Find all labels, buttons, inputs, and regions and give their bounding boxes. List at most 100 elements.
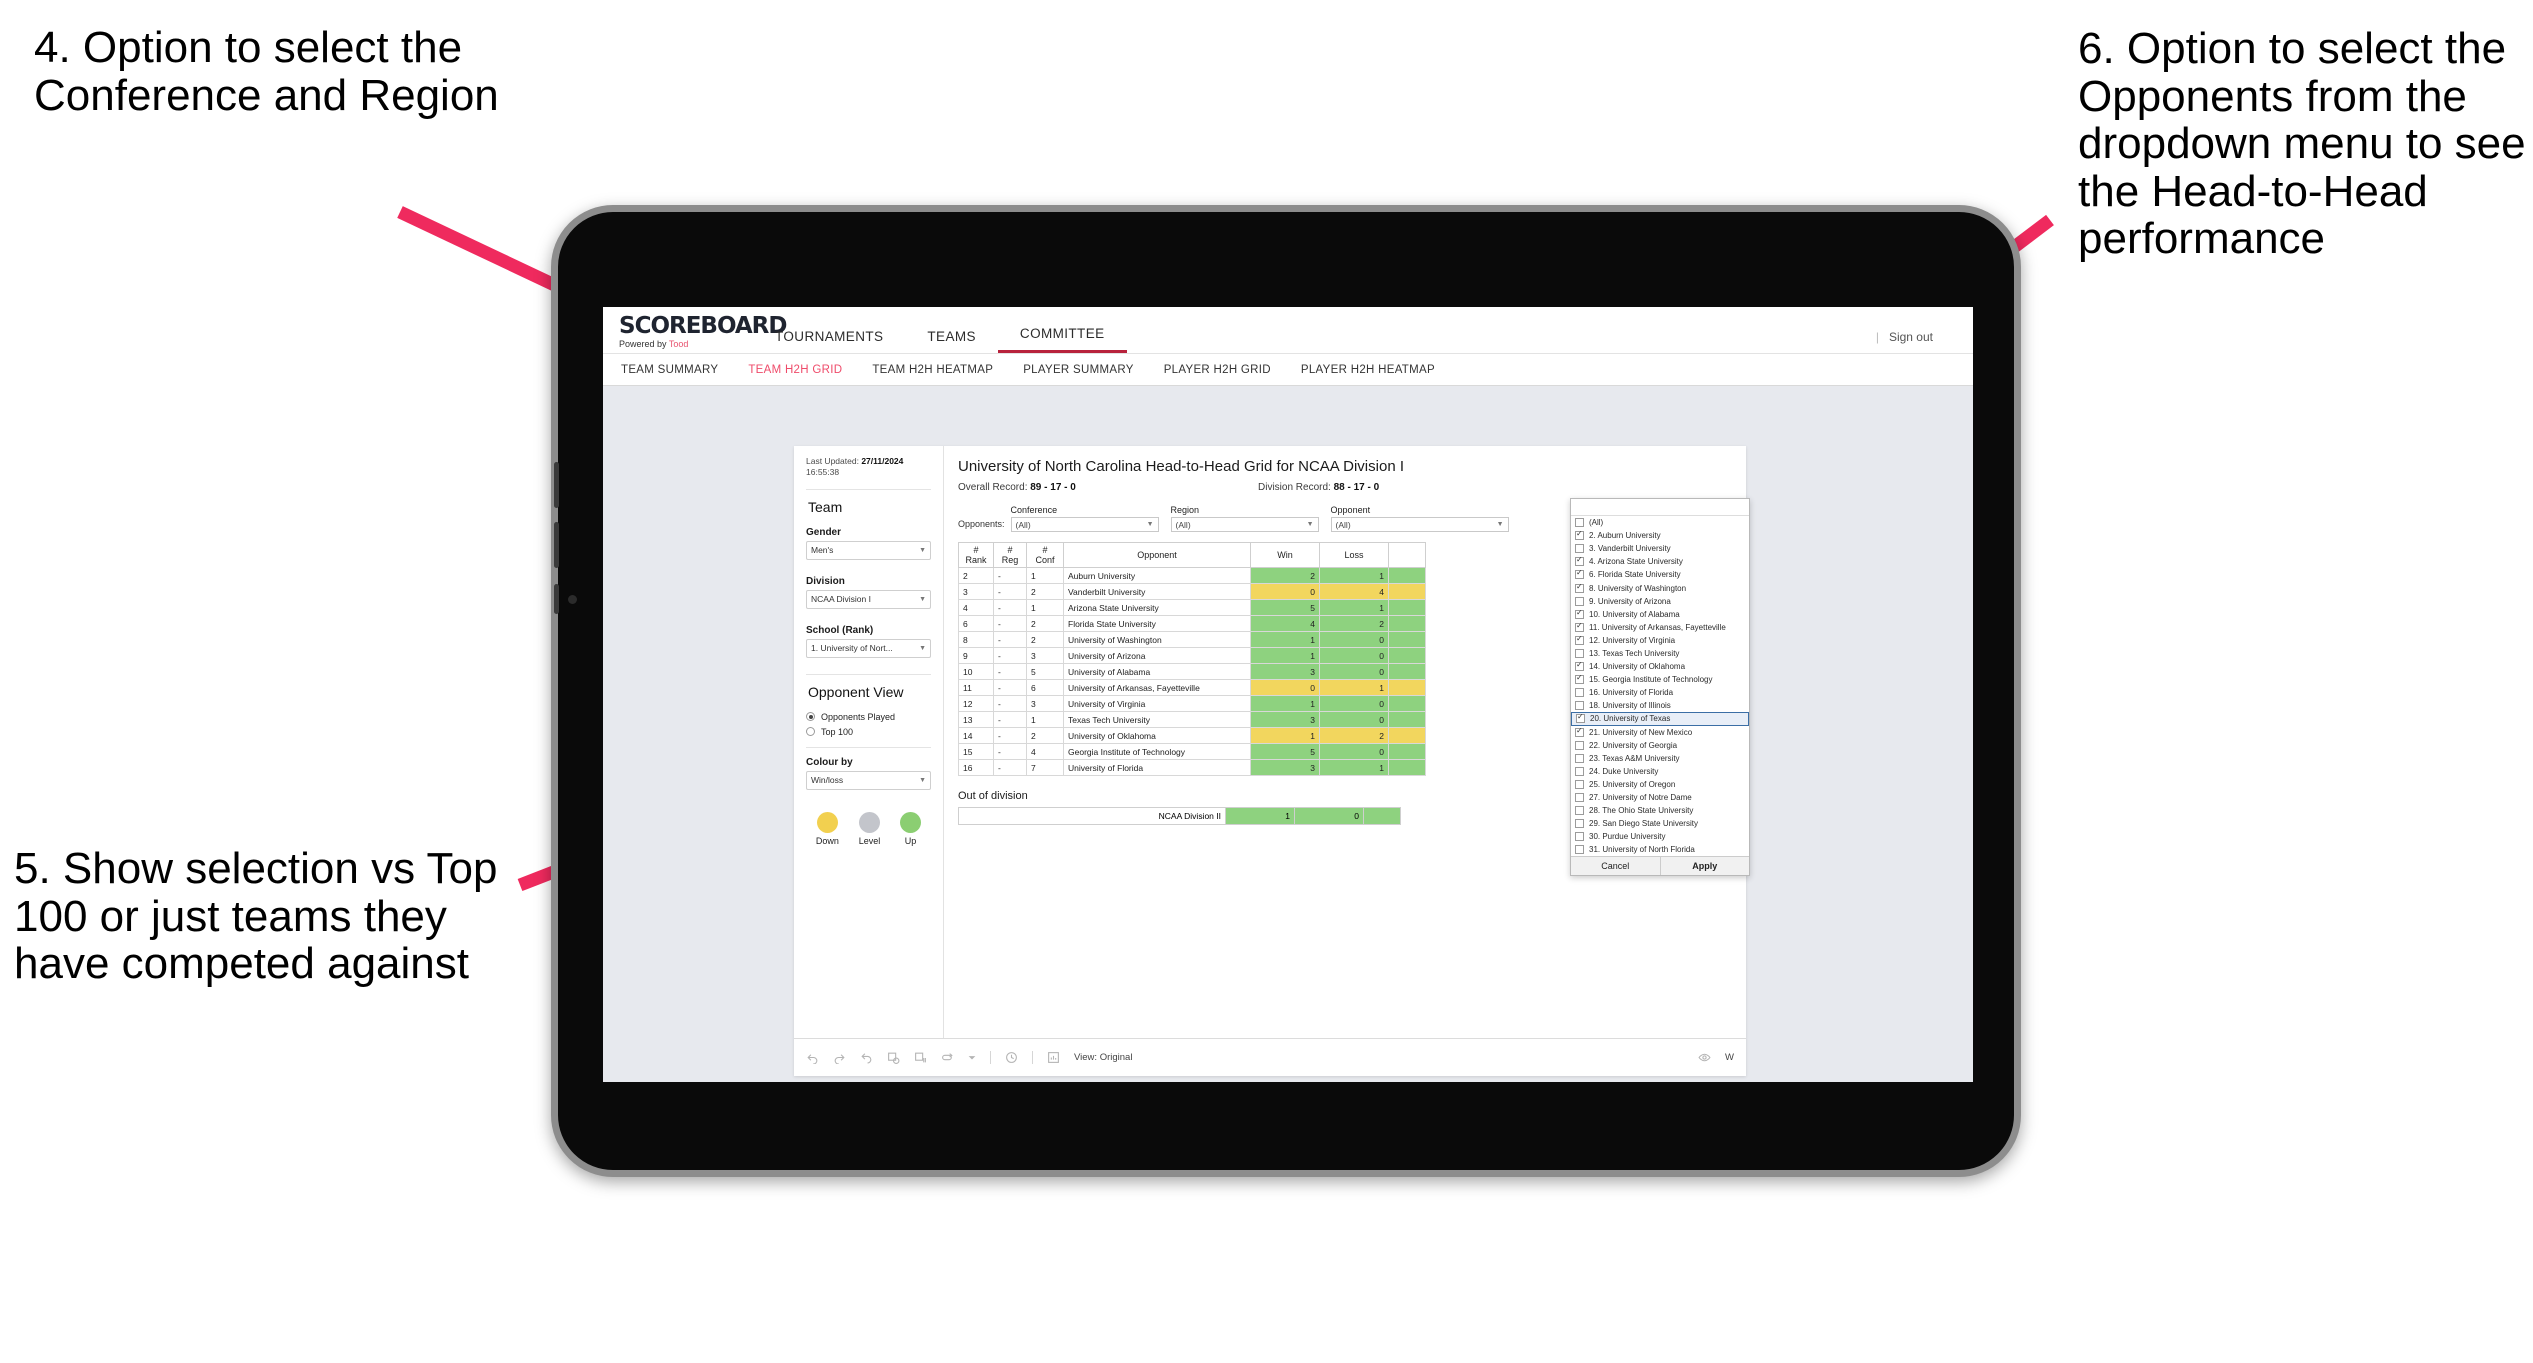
conference-select[interactable]: (All) ▼ — [1010, 517, 1159, 532]
checkbox-icon[interactable] — [1575, 648, 1584, 658]
checkbox-icon[interactable] — [1575, 634, 1584, 645]
opponent-option[interactable]: 30. Purdue University — [1571, 830, 1749, 843]
opponent-option[interactable]: 24. Duke University — [1571, 765, 1749, 778]
opponent-option[interactable]: 18. University of Illinois — [1571, 699, 1749, 712]
checkbox-icon[interactable] — [1575, 845, 1584, 855]
opponent-option[interactable]: 16. University of Florida — [1571, 686, 1749, 699]
checkbox-icon[interactable] — [1575, 740, 1584, 750]
opponent-checkbox-list[interactable]: (All) 2. Auburn University 3. Vanderbilt U… — [1571, 516, 1749, 856]
opponent-option[interactable]: 25. University of Oregon — [1571, 778, 1749, 791]
nav-item-tournaments[interactable]: TOURNAMENTS — [753, 329, 905, 353]
checkbox-icon[interactable] — [1575, 819, 1584, 829]
opponent-option[interactable]: 15. Georgia Institute of Technology — [1571, 673, 1749, 686]
view-original-label[interactable]: View: Original — [1047, 1051, 1132, 1064]
subnav-team-h2h-grid[interactable]: TEAM H2H GRID — [748, 364, 842, 376]
checkbox-icon[interactable] — [1575, 568, 1584, 580]
opponent-option[interactable]: 3. Vanderbilt University — [1571, 542, 1749, 555]
apply-button[interactable]: Apply — [1659, 857, 1750, 876]
subnav-team-summary[interactable]: TEAM SUMMARY — [621, 364, 718, 376]
pause-icon[interactable] — [914, 1051, 927, 1064]
clock-icon[interactable] — [1005, 1051, 1018, 1064]
sign-out-area[interactable]: | Sign out — [1876, 330, 1973, 353]
opponent-option[interactable]: 9. University of Arizona — [1571, 595, 1749, 608]
checkbox-icon[interactable] — [1575, 608, 1584, 619]
division-select[interactable]: NCAA Division I ▼ — [806, 589, 931, 609]
opponent-option[interactable]: 28. The Ohio State University — [1571, 804, 1749, 817]
table-row[interactable]: 2-1 Auburn University 2 1 — [958, 567, 1426, 584]
checkbox-icon[interactable] — [1575, 544, 1584, 554]
table-row[interactable]: 14-2 University of Oklahoma 1 2 — [958, 727, 1426, 744]
table-row[interactable]: 11-6 University of Arkansas, Fayetteville… — [958, 679, 1426, 696]
school-rank-select[interactable]: 1. University of Nort... ▼ — [806, 638, 931, 658]
brand-logo[interactable]: SCOREBOARD Powered by Tood — [603, 315, 788, 353]
region-select[interactable]: (All) ▼ — [1170, 517, 1319, 532]
eye-icon[interactable] — [1698, 1051, 1711, 1064]
radio-top-100[interactable]: Top 100 — [806, 727, 931, 737]
opponent-option[interactable]: 8. University of Washington — [1571, 581, 1749, 594]
table-row[interactable]: 6-2 Florida State University 4 2 — [958, 615, 1426, 632]
opponent-option[interactable]: 29. San Diego State University — [1571, 817, 1749, 830]
nav-item-teams[interactable]: TEAMS — [905, 329, 998, 353]
table-row[interactable]: 8-2 University of Washington 1 0 — [958, 631, 1426, 648]
opponent-option[interactable]: 2. Auburn University — [1571, 529, 1749, 542]
checkbox-icon[interactable] — [1576, 712, 1585, 724]
volume-up-button[interactable] — [554, 462, 559, 508]
table-row[interactable]: 13-1 Texas Tech University 3 0 — [958, 711, 1426, 728]
colour-by-select[interactable]: Win/loss ▼ — [806, 770, 931, 790]
checkbox-icon[interactable] — [1575, 529, 1584, 541]
sign-out-link[interactable]: Sign out — [1889, 330, 1933, 344]
checkbox-icon[interactable] — [1575, 753, 1584, 763]
subnav-player-h2h-heatmap[interactable]: PLAYER H2H HEATMAP — [1301, 364, 1435, 376]
checkbox-icon[interactable] — [1575, 793, 1584, 803]
opponent-option[interactable]: 6. Florida State University — [1571, 568, 1749, 581]
opponent-option[interactable]: 11. University of Arkansas, Fayetteville — [1571, 621, 1749, 634]
checkbox-icon[interactable] — [1575, 555, 1584, 567]
checkbox-icon[interactable] — [1575, 832, 1584, 842]
opponent-dropdown-popup[interactable]: (All) 2. Auburn University 3. Vanderbilt U… — [1570, 498, 1750, 877]
cancel-button[interactable]: Cancel — [1571, 857, 1660, 875]
share-icon[interactable] — [941, 1051, 954, 1064]
checkbox-icon[interactable] — [1575, 518, 1584, 528]
opponent-option[interactable]: 27. University of Notre Dame — [1571, 791, 1749, 804]
checkbox-icon[interactable] — [1575, 582, 1584, 593]
nav-item-committee[interactable]: COMMITTEE — [997, 326, 1127, 353]
gender-select[interactable]: Men's ▼ — [806, 540, 931, 560]
opponent-option[interactable]: 14. University of Oklahoma — [1571, 660, 1749, 673]
checkbox-icon[interactable] — [1575, 621, 1584, 632]
checkbox-icon[interactable] — [1575, 806, 1584, 816]
revert-icon[interactable] — [860, 1051, 873, 1064]
subnav-player-h2h-grid[interactable]: PLAYER H2H GRID — [1164, 364, 1271, 376]
table-row[interactable]: 9-3 University of Arizona 1 0 — [958, 647, 1426, 664]
opponent-dropdown-search-input[interactable] — [1571, 499, 1749, 516]
table-row[interactable]: 4-1 Arizona State University 5 1 — [958, 599, 1426, 616]
checkbox-icon[interactable] — [1575, 766, 1584, 776]
opponent-option[interactable]: 31. University of North Florida — [1571, 843, 1749, 856]
volume-down-button[interactable] — [554, 522, 559, 568]
redo-icon[interactable] — [833, 1051, 846, 1064]
watch-label[interactable]: W — [1725, 1052, 1734, 1063]
power-button[interactable] — [554, 584, 559, 614]
undo-icon[interactable] — [806, 1051, 819, 1064]
subnav-player-summary[interactable]: PLAYER SUMMARY — [1023, 364, 1134, 376]
checkbox-icon[interactable] — [1575, 596, 1584, 606]
opponent-select[interactable]: (All) ▼ — [1330, 517, 1509, 532]
table-row[interactable]: 10-5 University of Alabama 3 0 — [958, 663, 1426, 680]
table-row[interactable]: 15-4 Georgia Institute of Technology 5 0 — [958, 743, 1426, 760]
chevron-down-icon[interactable] — [968, 1051, 976, 1064]
opponent-option[interactable]: 20. University of Texas — [1571, 712, 1749, 726]
opponent-option[interactable]: 4. Arizona State University — [1571, 555, 1749, 568]
checkbox-icon[interactable] — [1575, 688, 1584, 698]
checkbox-icon[interactable] — [1575, 673, 1584, 685]
checkbox-icon[interactable] — [1575, 660, 1584, 672]
opponent-option[interactable]: 12. University of Virginia — [1571, 634, 1749, 647]
opponent-option[interactable]: (All) — [1571, 516, 1749, 529]
table-row[interactable]: 16-7 University of Florida 3 1 — [958, 759, 1426, 776]
subnav-team-h2h-heatmap[interactable]: TEAM H2H HEATMAP — [872, 364, 993, 376]
opponent-option[interactable]: 23. Texas A&M University — [1571, 752, 1749, 765]
table-row[interactable]: 3-2 Vanderbilt University 0 4 — [958, 583, 1426, 600]
checkbox-icon[interactable] — [1575, 779, 1584, 789]
opponent-option[interactable]: 22. University of Georgia — [1571, 739, 1749, 752]
table-row[interactable]: 12-3 University of Virginia 1 0 — [958, 695, 1426, 712]
opponent-option[interactable]: 21. University of New Mexico — [1571, 726, 1749, 739]
radio-opponents-played[interactable]: Opponents Played — [806, 712, 931, 722]
